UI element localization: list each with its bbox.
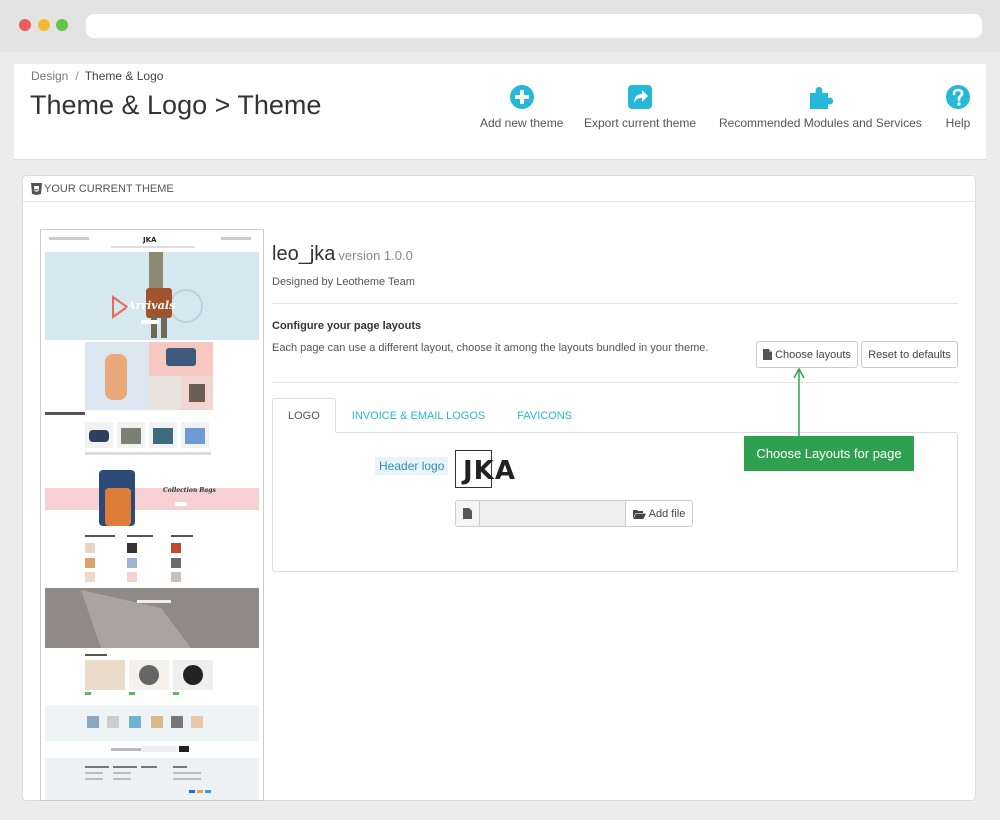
tab-favicons[interactable]: FAVICONS xyxy=(501,398,588,433)
page-header: Design / Theme & Logo Theme & Logo > Theme… xyxy=(14,64,986,160)
help-button[interactable]: Help xyxy=(945,84,971,130)
puzzle-icon xyxy=(810,87,834,109)
export-theme-button[interactable]: Export current theme xyxy=(584,84,696,130)
logo-tabs: LOGO INVOICE & EMAIL LOGOS FAVICONS xyxy=(272,398,588,433)
breadcrumb-separator: / xyxy=(75,69,79,83)
reset-to-defaults-button[interactable]: Reset to defaults xyxy=(861,341,958,368)
theme-preview-image: JKA Arrivals Collection Bags xyxy=(40,229,264,801)
preview-collection-text: Collection Bags xyxy=(163,487,216,494)
reset-to-defaults-label: Reset to defaults xyxy=(868,348,951,361)
plus-circle-icon xyxy=(509,85,534,109)
close-window-dot[interactable] xyxy=(19,19,31,31)
html5-icon xyxy=(31,182,42,195)
current-theme-panel: YOUR CURRENT THEME JKA Arrivals Collecti… xyxy=(22,175,976,801)
add-new-theme-button[interactable]: Add new theme xyxy=(480,84,563,130)
browser-chrome xyxy=(0,0,1000,52)
annotation-callout: Choose Layouts for page xyxy=(744,436,914,471)
minimize-window-dot[interactable] xyxy=(38,19,50,31)
divider xyxy=(272,303,958,304)
add-new-theme-label: Add new theme xyxy=(480,116,564,130)
file-upload-group: Add file xyxy=(455,500,693,527)
tab-logo[interactable]: LOGO xyxy=(272,398,336,433)
add-file-button[interactable]: Add file xyxy=(626,501,692,526)
preview-logo: JKA xyxy=(142,236,157,244)
help-icon xyxy=(946,85,970,109)
theme-designer: Designed by Leotheme Team xyxy=(272,276,415,288)
theme-version: version 1.0.0 xyxy=(338,248,413,263)
share-icon xyxy=(628,85,653,109)
add-file-label: Add file xyxy=(648,507,686,520)
help-label: Help xyxy=(945,116,971,130)
address-bar[interactable] xyxy=(86,14,982,38)
choose-layouts-button[interactable]: Choose layouts xyxy=(756,341,858,368)
tab-invoice-email-logos[interactable]: INVOICE & EMAIL LOGOS xyxy=(336,398,501,433)
header-logo-preview: JKA xyxy=(455,450,516,488)
folder-open-icon xyxy=(632,509,646,519)
panel-heading-text: YOUR CURRENT THEME xyxy=(44,182,174,195)
file-icon-cell xyxy=(456,501,480,526)
theme-name: leo_jka xyxy=(272,243,336,265)
file-name-input[interactable] xyxy=(480,501,626,526)
preview-banner-text: Arrivals xyxy=(126,299,175,312)
header-logo-text: JKA xyxy=(461,456,516,486)
divider xyxy=(272,382,958,383)
recommended-modules-button[interactable]: Recommended Modules and Services xyxy=(719,84,922,130)
choose-layouts-label: Choose layouts xyxy=(775,348,851,361)
theme-name-heading: leo_jka version 1.0.0 xyxy=(272,243,413,266)
header-logo-label: Header logo xyxy=(375,457,449,475)
page-title: Theme & Logo > Theme xyxy=(30,90,322,120)
breadcrumb-current: Theme & Logo xyxy=(84,69,164,83)
file-icon xyxy=(463,508,472,519)
breadcrumb-parent[interactable]: Design xyxy=(31,69,68,83)
file-icon xyxy=(763,349,773,360)
layouts-description: Each page can use a different layout, ch… xyxy=(272,342,709,354)
layouts-title: Configure your page layouts xyxy=(272,320,422,332)
breadcrumb: Design / Theme & Logo xyxy=(31,69,163,83)
maximize-window-dot[interactable] xyxy=(56,19,68,31)
recommended-modules-label: Recommended Modules and Services xyxy=(719,116,922,130)
annotation-arrow xyxy=(793,367,805,436)
panel-heading: YOUR CURRENT THEME xyxy=(23,176,975,202)
theme-preview-mockup: JKA Arrivals Collection Bags xyxy=(41,230,263,800)
export-theme-label: Export current theme xyxy=(584,116,697,130)
